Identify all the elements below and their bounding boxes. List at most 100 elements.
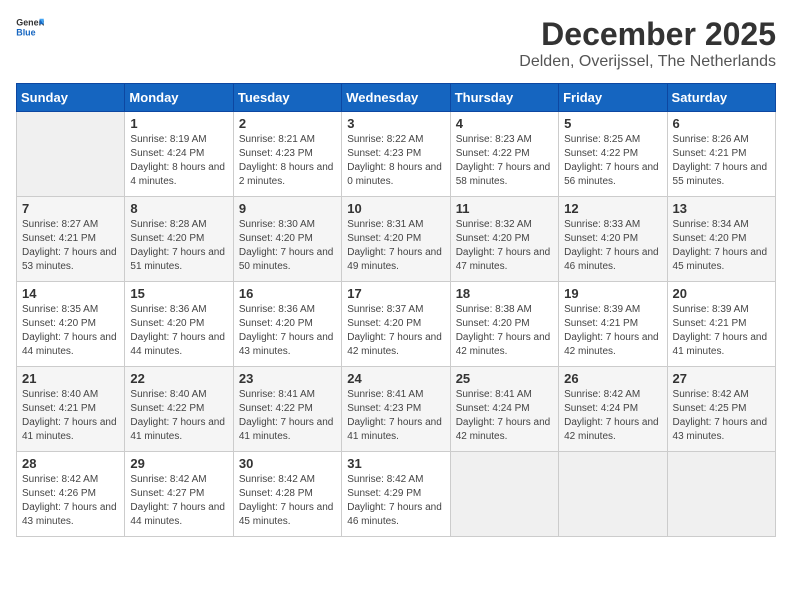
calendar-cell: 26 Sunrise: 8:42 AMSunset: 4:24 PMDayligh…	[559, 367, 667, 452]
calendar-week-row: 1 Sunrise: 8:19 AMSunset: 4:24 PMDaylight…	[17, 112, 776, 197]
cell-info: Sunrise: 8:25 AMSunset: 4:22 PMDaylight:…	[564, 133, 661, 189]
cell-info: Sunrise: 8:36 AMSunset: 4:20 PMDaylight:…	[130, 303, 227, 359]
calendar-cell: 10 Sunrise: 8:31 AMSunset: 4:20 PMDayligh…	[342, 197, 450, 282]
cell-info: Sunrise: 8:33 AMSunset: 4:20 PMDaylight:…	[564, 218, 661, 274]
day-number: 27	[673, 371, 770, 386]
day-number: 29	[130, 456, 227, 471]
location-title: Delden, Overijssel, The Netherlands	[519, 53, 776, 71]
day-number: 6	[673, 116, 770, 131]
calendar-cell	[17, 112, 125, 197]
calendar-cell: 13 Sunrise: 8:34 AMSunset: 4:20 PMDayligh…	[667, 197, 775, 282]
cell-info: Sunrise: 8:35 AMSunset: 4:20 PMDaylight:…	[22, 303, 119, 359]
cell-info: Sunrise: 8:41 AMSunset: 4:22 PMDaylight:…	[239, 388, 336, 444]
weekday-header-monday: Monday	[125, 84, 233, 112]
calendar-cell: 17 Sunrise: 8:37 AMSunset: 4:20 PMDayligh…	[342, 282, 450, 367]
weekday-header-saturday: Saturday	[667, 84, 775, 112]
weekday-header-wednesday: Wednesday	[342, 84, 450, 112]
day-number: 26	[564, 371, 661, 386]
calendar-cell: 23 Sunrise: 8:41 AMSunset: 4:22 PMDayligh…	[233, 367, 341, 452]
day-number: 17	[347, 286, 444, 301]
cell-info: Sunrise: 8:36 AMSunset: 4:20 PMDaylight:…	[239, 303, 336, 359]
weekday-header-friday: Friday	[559, 84, 667, 112]
calendar-cell	[450, 452, 558, 537]
cell-info: Sunrise: 8:34 AMSunset: 4:20 PMDaylight:…	[673, 218, 770, 274]
cell-info: Sunrise: 8:26 AMSunset: 4:21 PMDaylight:…	[673, 133, 770, 189]
day-number: 16	[239, 286, 336, 301]
day-number: 12	[564, 201, 661, 216]
day-number: 19	[564, 286, 661, 301]
calendar-cell: 15 Sunrise: 8:36 AMSunset: 4:20 PMDayligh…	[125, 282, 233, 367]
calendar-cell: 25Sunrise: 8:41 AMSunset: 4:24 PMDayligh…	[450, 367, 558, 452]
cell-info: Sunrise: 8:38 AMSunset: 4:20 PMDaylight:…	[456, 303, 553, 359]
calendar-table: SundayMondayTuesdayWednesdayThursdayFrid…	[16, 83, 776, 537]
cell-info: Sunrise: 8:39 AMSunset: 4:21 PMDaylight:…	[673, 303, 770, 359]
calendar-week-row: 7 Sunrise: 8:27 AMSunset: 4:21 PMDaylight…	[17, 197, 776, 282]
cell-info: Sunrise: 8:40 AMSunset: 4:21 PMDaylight:…	[22, 388, 119, 444]
cell-info: Sunrise: 8:19 AMSunset: 4:24 PMDaylight:…	[130, 133, 227, 189]
calendar-cell: 22 Sunrise: 8:40 AMSunset: 4:22 PMDayligh…	[125, 367, 233, 452]
day-number: 15	[130, 286, 227, 301]
cell-info: Sunrise: 8:41 AMSunset: 4:24 PMDaylight:…	[456, 388, 553, 444]
logo: General Blue	[16, 16, 44, 38]
day-number: 20	[673, 286, 770, 301]
cell-info: Sunrise: 8:27 AMSunset: 4:21 PMDaylight:…	[22, 218, 119, 274]
calendar-cell	[667, 452, 775, 537]
calendar-cell: 6 Sunrise: 8:26 AMSunset: 4:21 PMDaylight…	[667, 112, 775, 197]
day-number: 9	[239, 201, 336, 216]
day-number: 1	[130, 116, 227, 131]
calendar-cell: 31 Sunrise: 8:42 AMSunset: 4:29 PMDayligh…	[342, 452, 450, 537]
cell-info: Sunrise: 8:22 AMSunset: 4:23 PMDaylight:…	[347, 133, 444, 189]
month-title: December 2025	[519, 16, 776, 53]
calendar-cell: 29 Sunrise: 8:42 AMSunset: 4:27 PMDayligh…	[125, 452, 233, 537]
cell-info: Sunrise: 8:42 AMSunset: 4:25 PMDaylight:…	[673, 388, 770, 444]
cell-info: Sunrise: 8:41 AMSunset: 4:23 PMDaylight:…	[347, 388, 444, 444]
cell-info: Sunrise: 8:40 AMSunset: 4:22 PMDaylight:…	[130, 388, 227, 444]
calendar-cell: 14 Sunrise: 8:35 AMSunset: 4:20 PMDayligh…	[17, 282, 125, 367]
calendar-cell: 16 Sunrise: 8:36 AMSunset: 4:20 PMDayligh…	[233, 282, 341, 367]
day-number: 30	[239, 456, 336, 471]
cell-info: Sunrise: 8:37 AMSunset: 4:20 PMDaylight:…	[347, 303, 444, 359]
calendar-cell: 8Sunrise: 8:28 AMSunset: 4:20 PMDaylight…	[125, 197, 233, 282]
cell-info: Sunrise: 8:32 AMSunset: 4:20 PMDaylight:…	[456, 218, 553, 274]
calendar-cell: 12 Sunrise: 8:33 AMSunset: 4:20 PMDayligh…	[559, 197, 667, 282]
calendar-cell: 4Sunrise: 8:23 AMSunset: 4:22 PMDaylight…	[450, 112, 558, 197]
calendar-cell: 27 Sunrise: 8:42 AMSunset: 4:25 PMDayligh…	[667, 367, 775, 452]
calendar-cell: 21Sunrise: 8:40 AMSunset: 4:21 PMDayligh…	[17, 367, 125, 452]
cell-info: Sunrise: 8:42 AMSunset: 4:29 PMDaylight:…	[347, 473, 444, 529]
day-number: 18	[456, 286, 553, 301]
day-number: 22	[130, 371, 227, 386]
calendar-cell: 5 Sunrise: 8:25 AMSunset: 4:22 PMDaylight…	[559, 112, 667, 197]
cell-info: Sunrise: 8:42 AMSunset: 4:27 PMDaylight:…	[130, 473, 227, 529]
day-number: 14	[22, 286, 119, 301]
calendar-cell	[559, 452, 667, 537]
day-number: 31	[347, 456, 444, 471]
calendar-header: SundayMondayTuesdayWednesdayThursdayFrid…	[17, 84, 776, 112]
day-number: 11	[456, 201, 553, 216]
day-number: 5	[564, 116, 661, 131]
cell-info: Sunrise: 8:31 AMSunset: 4:20 PMDaylight:…	[347, 218, 444, 274]
cell-info: Sunrise: 8:39 AMSunset: 4:21 PMDaylight:…	[564, 303, 661, 359]
cell-info: Sunrise: 8:30 AMSunset: 4:20 PMDaylight:…	[239, 218, 336, 274]
cell-info: Sunrise: 8:42 AMSunset: 4:28 PMDaylight:…	[239, 473, 336, 529]
day-number: 10	[347, 201, 444, 216]
calendar-cell: 1 Sunrise: 8:19 AMSunset: 4:24 PMDaylight…	[125, 112, 233, 197]
calendar-cell: 19 Sunrise: 8:39 AMSunset: 4:21 PMDayligh…	[559, 282, 667, 367]
weekday-header-sunday: Sunday	[17, 84, 125, 112]
day-number: 4	[456, 116, 553, 131]
day-number: 13	[673, 201, 770, 216]
day-number: 8	[130, 201, 227, 216]
calendar-week-row: 14 Sunrise: 8:35 AMSunset: 4:20 PMDayligh…	[17, 282, 776, 367]
weekday-header-thursday: Thursday	[450, 84, 558, 112]
cell-info: Sunrise: 8:42 AMSunset: 4:26 PMDaylight:…	[22, 473, 119, 529]
calendar-week-row: 28 Sunrise: 8:42 AMSunset: 4:26 PMDayligh…	[17, 452, 776, 537]
day-number: 28	[22, 456, 119, 471]
day-number: 7	[22, 201, 119, 216]
calendar-body: 1 Sunrise: 8:19 AMSunset: 4:24 PMDaylight…	[17, 112, 776, 537]
day-number: 24	[347, 371, 444, 386]
cell-info: Sunrise: 8:21 AMSunset: 4:23 PMDaylight:…	[239, 133, 336, 189]
calendar-cell: 28 Sunrise: 8:42 AMSunset: 4:26 PMDayligh…	[17, 452, 125, 537]
day-number: 23	[239, 371, 336, 386]
cell-info: Sunrise: 8:42 AMSunset: 4:24 PMDaylight:…	[564, 388, 661, 444]
page-header: General Blue December 2025 Delden, Overi…	[16, 16, 776, 71]
calendar-cell: 18 Sunrise: 8:38 AMSunset: 4:20 PMDayligh…	[450, 282, 558, 367]
